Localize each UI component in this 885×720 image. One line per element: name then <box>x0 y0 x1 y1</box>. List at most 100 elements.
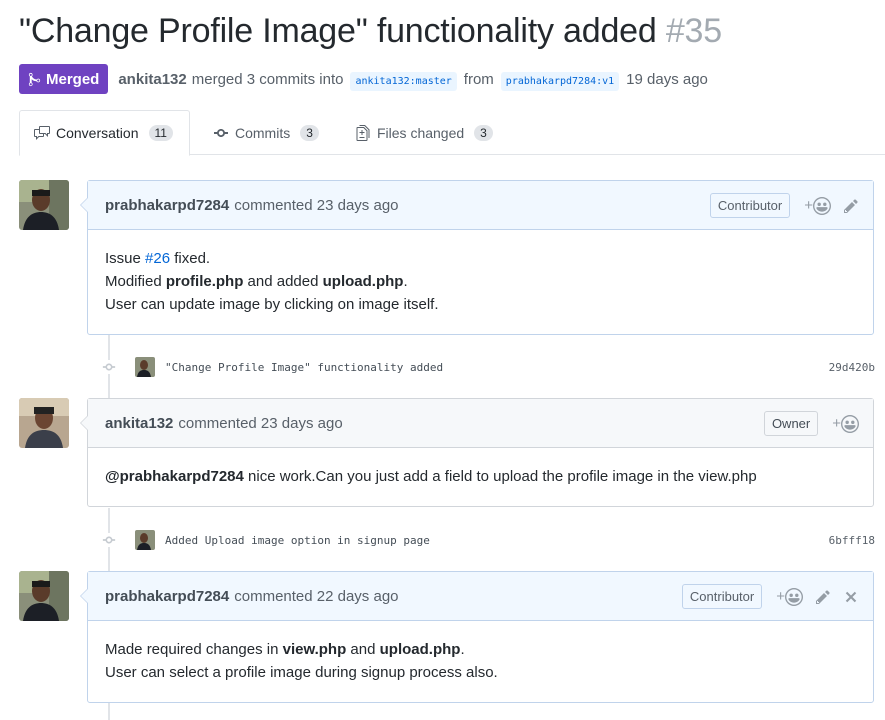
merged-time: 19 days ago <box>626 70 708 88</box>
text: and <box>346 641 380 658</box>
avatar-image <box>135 530 155 550</box>
git-commit-icon <box>102 536 116 544</box>
smiley-icon <box>785 587 803 606</box>
smiley-icon <box>841 414 859 433</box>
comment-actions: Owner + <box>763 399 859 448</box>
comment-body: @prabhakarpd7284 nice work.Can you just … <box>88 448 873 505</box>
comment-author[interactable]: prabhakarpd7284 <box>105 197 229 214</box>
comment-3: prabhakarpd7284 commented 22 days ago Co… <box>80 571 874 703</box>
commit-message[interactable]: Added Upload image option in signup page <box>165 534 829 547</box>
contributor-label: Contributor <box>681 584 763 609</box>
pr-title-text: "Change Profile Image" functionality add… <box>19 12 657 50</box>
comment-1: prabhakarpd7284 commented 23 days ago Co… <box>80 180 874 335</box>
comment-timestamp[interactable]: commented 23 days ago <box>178 415 342 432</box>
add-reaction-button[interactable]: + <box>832 414 859 433</box>
text: . <box>460 641 465 658</box>
pr-number: #35 <box>665 12 722 50</box>
reaction-plus: + <box>776 588 785 605</box>
user-mention[interactable]: @prabhakarpd7284 <box>105 468 244 485</box>
head-branch[interactable]: prabhakarpd7284:v1 <box>500 71 620 91</box>
tab-files-changed-count: 3 <box>474 124 493 141</box>
comment-actions: Contributor + <box>709 181 859 230</box>
text: Modified <box>105 273 166 290</box>
comment-header: ankita132 commented 23 days ago Owner + <box>88 399 873 448</box>
pr-merger-link[interactable]: ankita132 <box>118 71 186 88</box>
delete-comment-button[interactable] <box>843 589 859 605</box>
commit-author-avatar[interactable] <box>135 357 155 377</box>
avatar-image <box>135 357 155 377</box>
tab-commits-count: 3 <box>300 124 319 141</box>
avatar[interactable] <box>19 398 69 448</box>
commit-dot <box>100 533 118 547</box>
pr-meta: Merged ankita132 merged 3 commits into a… <box>19 64 708 94</box>
tab-files-changed[interactable]: Files changed 3 <box>341 110 507 155</box>
pr-tabs: Conversation 11 Commits 3 Files changed … <box>19 110 885 156</box>
smiley-icon <box>813 196 831 215</box>
commit-sha[interactable]: 6bfff18 <box>829 534 875 547</box>
comment-header: prabhakarpd7284 commented 22 days ago Co… <box>88 572 873 621</box>
merged-status-badge: Merged <box>19 64 109 94</box>
comment-line: Modified profile.php and added upload.ph… <box>105 270 856 293</box>
commit-item: Added Upload image option in signup page… <box>100 528 875 552</box>
bold-text: upload.php <box>322 273 404 290</box>
bold-text: view.php <box>282 641 347 658</box>
pencil-icon <box>844 198 858 213</box>
timeline-line <box>108 703 110 720</box>
git-commit-icon <box>102 363 116 371</box>
pr-title: "Change Profile Image" functionality add… <box>19 12 722 51</box>
edit-comment-button[interactable] <box>843 198 859 214</box>
reaction-plus: + <box>832 415 841 432</box>
tab-files-changed-label: Files changed <box>377 124 465 141</box>
bold-text: profile.php <box>165 273 244 290</box>
text: fixed. <box>170 250 211 267</box>
add-reaction-button[interactable]: + <box>804 196 831 215</box>
from-text: from <box>463 70 494 88</box>
comment-actions: Contributor + <box>681 572 859 621</box>
tab-conversation[interactable]: Conversation 11 <box>19 110 190 156</box>
comment-line: Made required changes in view.php and up… <box>105 638 856 661</box>
comment-timestamp[interactable]: commented 22 days ago <box>234 588 398 605</box>
commit-message[interactable]: "Change Profile Image" functionality add… <box>165 361 829 374</box>
comment-timestamp[interactable]: commented 23 days ago <box>234 197 398 214</box>
issue-link[interactable]: #26 <box>145 250 170 267</box>
comment-line: User can update image by clicking on ima… <box>105 296 439 313</box>
owner-label: Owner <box>763 411 819 436</box>
comment-line: User can select a profile image during s… <box>105 664 498 681</box>
commit-item: "Change Profile Image" functionality add… <box>100 355 875 379</box>
comment-author[interactable]: ankita132 <box>105 415 173 432</box>
avatar[interactable] <box>19 571 69 621</box>
reaction-plus: + <box>804 197 813 214</box>
add-reaction-button[interactable]: + <box>776 587 803 606</box>
comment-line: Issue #26 fixed. <box>105 247 856 270</box>
avatar[interactable] <box>19 180 69 230</box>
avatar-image <box>19 180 69 230</box>
edit-comment-button[interactable] <box>815 589 831 605</box>
commit-author-avatar[interactable] <box>135 530 155 550</box>
pencil-icon <box>816 589 830 604</box>
bold-text: upload.php <box>379 641 461 658</box>
commit-sha[interactable]: 29d420b <box>829 361 875 374</box>
tab-commits-label: Commits <box>235 124 291 141</box>
text: and added <box>243 273 323 290</box>
git-commit-icon <box>214 128 228 137</box>
git-merge-icon <box>28 72 41 86</box>
comment-author[interactable]: prabhakarpd7284 <box>105 588 229 605</box>
diff-icon <box>356 124 370 141</box>
comment-discussion-icon <box>34 126 50 140</box>
text: Issue <box>105 250 146 267</box>
commit-dot <box>100 360 118 374</box>
tab-conversation-count: 11 <box>148 125 173 141</box>
comment-line: @prabhakarpd7284 nice work.Can you just … <box>105 465 856 488</box>
tab-commits[interactable]: Commits 3 <box>199 110 333 155</box>
avatar-image <box>19 571 69 621</box>
text: Made required changes in <box>105 641 283 658</box>
merged-text: merged 3 commits into <box>191 70 344 88</box>
close-icon <box>845 591 857 602</box>
text: nice work.Can you just add a field to up… <box>243 468 757 485</box>
tab-conversation-label: Conversation <box>56 125 139 141</box>
comment-header: prabhakarpd7284 commented 23 days ago Co… <box>88 181 873 230</box>
comment-body: Made required changes in view.php and up… <box>88 621 873 701</box>
comment-2: ankita132 commented 23 days ago Owner + … <box>80 398 874 507</box>
comment-body: Issue #26 fixed. Modified profile.php an… <box>88 230 873 333</box>
base-branch[interactable]: ankita132:master <box>350 71 457 91</box>
